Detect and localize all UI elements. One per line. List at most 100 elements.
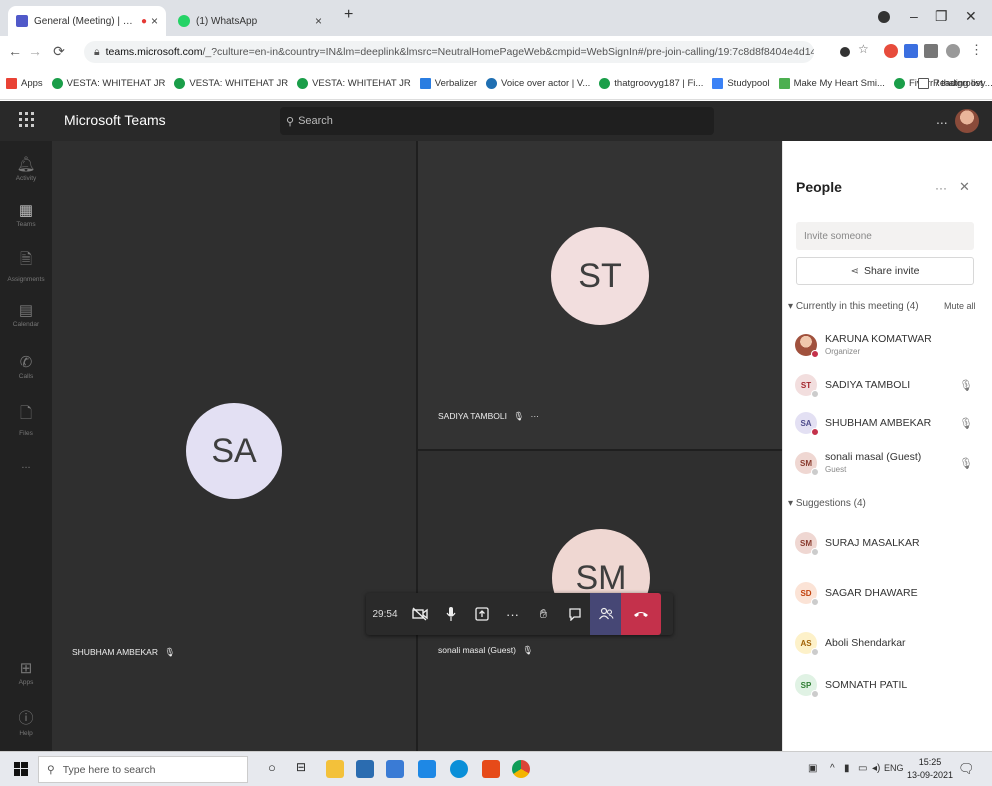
close-tab-icon[interactable]: × xyxy=(151,14,158,28)
network-icon[interactable]: ▮ xyxy=(844,763,850,774)
store-icon[interactable] xyxy=(386,760,404,778)
task-view-icon[interactable]: ⊟ xyxy=(296,760,314,778)
battery-icon[interactable]: ▭ xyxy=(858,763,867,774)
rail-label: Activity xyxy=(15,175,37,182)
mute-all-button[interactable]: Mute all xyxy=(944,301,976,311)
rail-more[interactable]: ... xyxy=(0,459,52,471)
camera-off-button[interactable] xyxy=(404,593,435,635)
rail-activity[interactable]: 🔔︎ Activity xyxy=(0,155,52,182)
search-icon: ⚲ xyxy=(286,115,295,128)
participants-button[interactable] xyxy=(590,593,621,635)
extension-red-icon[interactable] xyxy=(884,44,898,58)
tray-app-icon[interactable]: ▣ xyxy=(808,763,817,774)
bookmark-item[interactable]: Voice over actor | V... xyxy=(486,78,590,89)
rail-files[interactable]: 🗋 Files xyxy=(0,403,52,437)
mic-button[interactable] xyxy=(435,593,466,635)
cortana-icon[interactable]: ○ xyxy=(268,760,286,778)
share-invite-button[interactable]: ⋖ Share invite xyxy=(796,257,974,285)
more-options-icon[interactable]: ... xyxy=(936,111,948,127)
bookmark-item[interactable]: Studypool xyxy=(712,78,770,89)
raise-hand-button[interactable]: ✋︎ xyxy=(528,593,559,635)
teams-icon: ▦ xyxy=(18,202,34,219)
maximize-button[interactable]: ❐ xyxy=(935,8,948,25)
chrome-icon[interactable] xyxy=(512,760,530,778)
bookmark-label: Reading list xyxy=(933,78,983,89)
profile-icon[interactable] xyxy=(878,11,890,23)
bookmark-item[interactable]: Verbalizer xyxy=(419,78,477,89)
office-icon[interactable] xyxy=(482,760,500,778)
suggestion-row[interactable]: SM SURAJ MASALKAR xyxy=(795,529,981,559)
invite-input[interactable]: Invite someone xyxy=(796,222,974,250)
participant-role: Organizer xyxy=(825,347,861,356)
rail-label: Apps xyxy=(18,679,34,686)
browser-menu-icon[interactable]: ⋮ xyxy=(970,42,984,57)
word-icon[interactable] xyxy=(418,760,436,778)
record-extension-icon[interactable] xyxy=(840,47,850,57)
volume-icon[interactable]: ◂) xyxy=(872,763,880,774)
mail-icon[interactable] xyxy=(356,760,374,778)
bookmark-item[interactable]: thatgroovyg187 | Fi... xyxy=(599,78,703,89)
video-tile-top-right[interactable]: ST SADIYA TAMBOLI 🎙︎ ··· xyxy=(418,141,782,449)
language-indicator[interactable]: ENG xyxy=(884,763,904,773)
participant-row[interactable]: SA SHUBHAM AMBEKAR 🎙︎ xyxy=(795,409,981,439)
edge-icon[interactable] xyxy=(450,760,468,778)
close-window-button[interactable]: ✕ xyxy=(965,8,977,25)
current-section-header[interactable]: ▾ Currently in this meeting (4) xyxy=(788,301,919,312)
bookmark-item[interactable]: VESTA: WHITEHAT JR xyxy=(297,78,411,89)
suggestion-row[interactable]: SD SAGAR DHAWARE xyxy=(795,579,981,609)
user-avatar[interactable] xyxy=(955,109,979,133)
participant-row[interactable]: KARUNA KOMATWAR Organizer xyxy=(795,331,981,361)
notification-icon[interactable]: 🗨︎ xyxy=(958,761,975,777)
suggestions-section-header[interactable]: ▾ Suggestions (4) xyxy=(788,498,866,509)
clock[interactable]: 15:25 13-09-2021 xyxy=(907,756,953,782)
reload-button[interactable]: ⟳ xyxy=(48,43,70,60)
participant-row[interactable]: ST SADIYA TAMBOLI 🎙︎ xyxy=(795,371,981,401)
suggestion-row[interactable]: AS Aboli Shendarkar xyxy=(795,629,981,659)
recording-dot-icon: ● xyxy=(140,15,147,27)
share-screen-button[interactable] xyxy=(466,593,497,635)
bookmark-favicon-icon xyxy=(174,78,186,89)
panel-more-icon[interactable]: ··· xyxy=(935,181,947,195)
bookmark-star-icon[interactable]: ☆ xyxy=(858,42,872,56)
rail-help[interactable]: ⓘ Help xyxy=(0,707,52,737)
suggestion-row[interactable]: SP SOMNATH PATIL xyxy=(795,671,981,701)
rail-calls[interactable]: ✆ Calls xyxy=(0,353,52,380)
new-tab-button[interactable]: + xyxy=(344,6,353,24)
participant-row[interactable]: SM sonali masal (Guest) Guest 🎙︎ xyxy=(795,449,981,479)
status-dot xyxy=(811,648,819,656)
bookmark-apps[interactable]: Apps xyxy=(6,78,43,89)
url-field[interactable]: 🔒︎ teams.microsoft.com /_?culture=en-in&… xyxy=(84,41,814,63)
bookmark-item[interactable]: VESTA: WHITEHAT JR xyxy=(174,78,288,89)
taskbar-search-input[interactable]: ⚲ Type here to search xyxy=(38,756,248,783)
leave-call-button[interactable] xyxy=(621,593,661,635)
forward-button[interactable]: → xyxy=(24,43,46,59)
rail-assignments[interactable]: 🗎 Assignments xyxy=(0,249,52,283)
bookmark-item[interactable]: VESTA: WHITEHAT JR xyxy=(51,78,165,89)
rail-apps[interactable]: ⊞ Apps xyxy=(0,659,52,686)
start-button[interactable] xyxy=(14,762,28,779)
tile-more-icon[interactable]: ··· xyxy=(531,411,540,421)
reading-list-button[interactable]: Reading list xyxy=(918,78,983,89)
tab-teams-meeting[interactable]: General (Meeting) | Micros ● × xyxy=(8,6,166,36)
file-explorer-icon[interactable] xyxy=(326,760,344,778)
minimize-button[interactable]: – xyxy=(910,8,918,24)
rail-teams[interactable]: ▦ Teams xyxy=(0,201,52,228)
video-tile-main[interactable]: SA SHUBHAM AMBEKAR 🎙︎ xyxy=(52,141,416,751)
app-launcher-icon[interactable] xyxy=(18,111,38,131)
phone-icon: ✆ xyxy=(19,354,33,371)
profile-avatar-icon[interactable] xyxy=(946,44,960,58)
chevron-up-icon[interactable]: ^ xyxy=(830,763,835,774)
chat-button[interactable] xyxy=(559,593,590,635)
extension-blue-icon[interactable] xyxy=(904,44,918,58)
more-actions-button[interactable]: ··· xyxy=(497,593,528,635)
tab-whatsapp[interactable]: (1) WhatsApp × xyxy=(170,6,330,36)
rail-calendar[interactable]: ▤ Calendar xyxy=(0,301,52,328)
panel-close-icon[interactable]: ✕ xyxy=(959,179,970,195)
panel-title: People xyxy=(796,179,842,195)
search-input[interactable]: ⚲ Search xyxy=(280,107,714,135)
close-tab-icon[interactable]: × xyxy=(315,14,322,28)
bookmark-item[interactable]: Make My Heart Smi... xyxy=(778,78,885,89)
extensions-puzzle-icon[interactable] xyxy=(924,44,938,58)
back-button[interactable]: ← xyxy=(4,43,26,59)
bookmark-favicon-icon xyxy=(712,78,724,89)
